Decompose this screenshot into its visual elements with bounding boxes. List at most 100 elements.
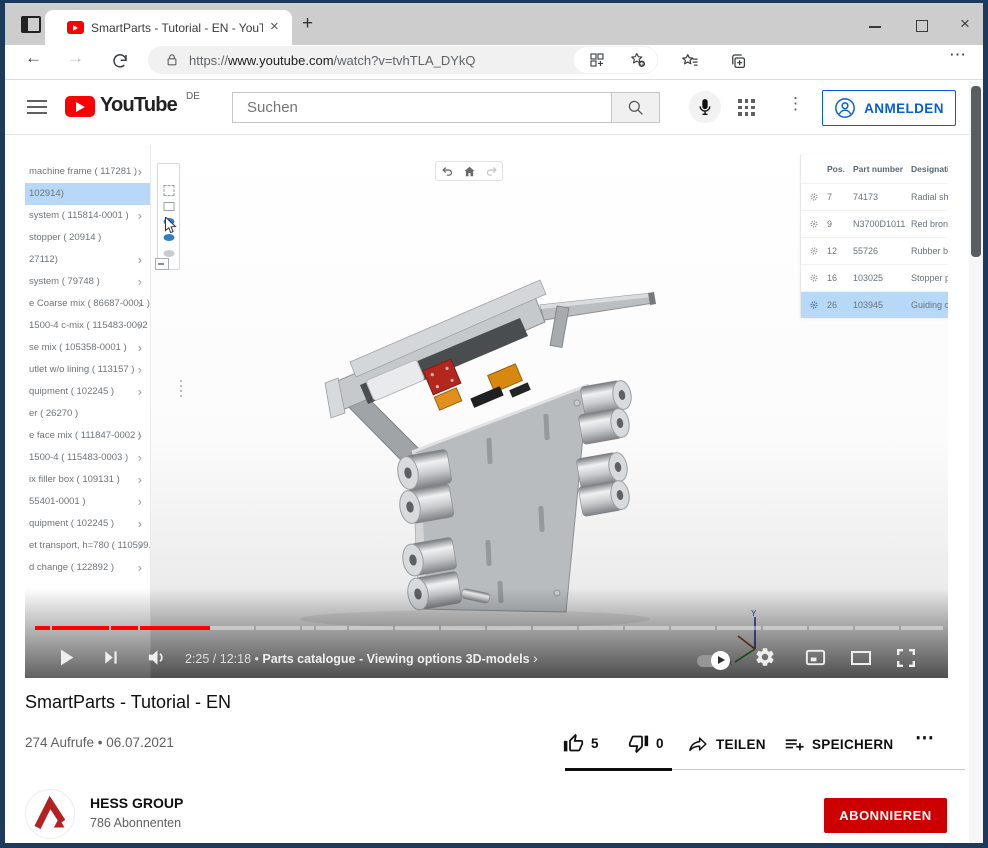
favorites-icon[interactable] (681, 52, 699, 70)
thumbs-down-icon (628, 733, 649, 754)
chapter-title[interactable]: Parts catalogue - Viewing options 3D-mod… (262, 652, 529, 666)
subscribe-button[interactable]: ABONNIEREN (824, 798, 947, 833)
menu-icon[interactable] (27, 100, 47, 114)
settings-gear-icon[interactable] (754, 646, 776, 668)
youtube-favicon (67, 21, 84, 34)
back-button[interactable]: ← (25, 48, 42, 68)
miniplayer-button[interactable] (804, 646, 827, 669)
progress-chapter-segment[interactable] (579, 626, 623, 630)
theater-mode-button[interactable] (849, 646, 873, 670)
signin-button[interactable]: ANMELDEN (822, 90, 956, 126)
add-favorite-icon[interactable] (629, 51, 646, 68)
progress-chapter-segment[interactable] (855, 626, 899, 630)
next-button[interactable] (100, 647, 121, 668)
collections-icon[interactable] (729, 52, 747, 70)
tree-item: se mix ( 105358-0001 )› (25, 337, 150, 359)
tree-item: stopper ( 20914 ) (25, 227, 150, 249)
tree-item: 27112)› (25, 249, 150, 271)
hide-icon (163, 250, 174, 257)
mic-icon (695, 97, 715, 117)
lock-icon[interactable] (164, 52, 180, 68)
url-path: /watch?v=tvhTLA_DYkQ (334, 53, 476, 68)
like-button[interactable]: 5 (563, 733, 599, 754)
progress-chapter-segment[interactable] (625, 626, 669, 630)
youtube-logo-icon[interactable] (65, 96, 95, 117)
progress-chapter-segment[interactable] (349, 626, 393, 630)
parts-table-header: Pos. Part number Designatio (801, 155, 948, 183)
fullscreen-button[interactable] (894, 646, 918, 670)
window-minimize-button[interactable] (869, 26, 881, 28)
chevron-right-icon: › (138, 381, 142, 403)
channel-avatar[interactable] (25, 789, 75, 839)
apps-grid-icon[interactable] (738, 99, 755, 116)
browser-menu-icon[interactable]: ⋯ (949, 45, 966, 65)
search-input[interactable] (233, 93, 611, 122)
tree-item: ix filler box ( 109131 )› (25, 469, 150, 491)
progress-chapter-segment[interactable] (140, 626, 254, 630)
volume-button[interactable] (146, 646, 169, 669)
dislike-button[interactable]: 0 (628, 733, 664, 754)
progress-chapter-segment[interactable] (533, 626, 577, 630)
channel-subscribers: 786 Abonnenten (90, 816, 181, 830)
browser-tab[interactable]: SmartParts - Tutorial - EN - YouT × (45, 10, 292, 48)
progress-chapter-segment[interactable] (256, 626, 300, 630)
channel-name[interactable]: HESS GROUP (90, 795, 183, 811)
save-button[interactable]: SPEICHERN (783, 733, 893, 755)
video-title: SmartParts - Tutorial - EN (25, 692, 231, 713)
new-tab-button[interactable]: + (302, 13, 313, 35)
table-row: 9N3700D1011Red bronz (801, 210, 948, 237)
progress-bar[interactable] (35, 626, 943, 630)
tab-actions-menu-icon[interactable] (21, 16, 41, 33)
progress-chapter-segment[interactable] (111, 626, 138, 630)
video-player[interactable]: machine frame ( 117281 )› 102914) system… (25, 145, 948, 678)
more-actions-icon[interactable]: ⋯ (915, 727, 934, 750)
window-close-button[interactable]: × (960, 14, 970, 34)
page-scrollbar-thumb[interactable] (971, 86, 981, 257)
gear-icon (809, 219, 819, 229)
progress-chapter-segment[interactable] (52, 626, 110, 630)
progress-chapter-segment[interactable] (441, 626, 485, 630)
gear-icon (809, 273, 819, 283)
window-maximize-button[interactable] (916, 20, 928, 32)
chevron-right-icon: › (138, 205, 142, 227)
progress-chapter-segment[interactable] (809, 626, 853, 630)
split-screen-icon[interactable] (589, 52, 605, 68)
thumbs-up-icon (563, 733, 584, 754)
browser-navbar: ← → https://www.youtube.com/watch?v=tvhT… (5, 45, 983, 80)
tab-close-icon[interactable]: × (270, 18, 279, 35)
share-button[interactable]: TEILEN (687, 733, 766, 755)
progress-chapter-segment[interactable] (302, 626, 314, 630)
search-box (232, 92, 612, 123)
voice-search-button[interactable] (689, 91, 721, 123)
autoplay-toggle[interactable] (697, 655, 727, 667)
tree-item: quipment ( 102245 )› (25, 513, 150, 535)
progress-chapter-segment[interactable] (671, 626, 715, 630)
progress-chapter-segment[interactable] (901, 626, 943, 630)
chevron-right-icon: › (138, 271, 142, 293)
hess-logo-icon (26, 790, 74, 838)
mouse-cursor-icon (164, 217, 177, 234)
chevron-right-icon: › (138, 557, 142, 579)
tree-item-selected: 102914) (25, 183, 150, 205)
address-bar[interactable]: https://www.youtube.com/watch?v=tvhTLA_D… (148, 46, 658, 74)
search-button[interactable] (611, 92, 660, 123)
progress-chapter-segment[interactable] (35, 626, 50, 630)
dislike-count: 0 (656, 736, 664, 751)
selection-box-icon (163, 202, 174, 211)
progress-chapter-segment[interactable] (487, 626, 531, 630)
url-text[interactable]: https://www.youtube.com/watch?v=tvhTLA_D… (189, 53, 476, 68)
chevron-right-icon: › (138, 513, 142, 535)
more-options-icon[interactable]: ⋮ (787, 94, 804, 114)
play-button[interactable] (52, 644, 79, 671)
refresh-button[interactable] (111, 52, 129, 70)
progress-chapter-segment[interactable] (395, 626, 439, 630)
header-divider (5, 134, 983, 135)
youtube-logo-text[interactable]: YouTube (100, 94, 177, 117)
col-part-number: Part number (853, 164, 911, 174)
chapter-chevron-icon: › (533, 650, 538, 666)
browser-window: SmartParts - Tutorial - EN - YouT × + × … (0, 0, 988, 848)
progress-chapter-segment[interactable] (763, 626, 807, 630)
chevron-right-icon: › (138, 337, 142, 359)
progress-chapter-segment[interactable] (316, 626, 347, 630)
progress-chapter-segment[interactable] (717, 626, 761, 630)
